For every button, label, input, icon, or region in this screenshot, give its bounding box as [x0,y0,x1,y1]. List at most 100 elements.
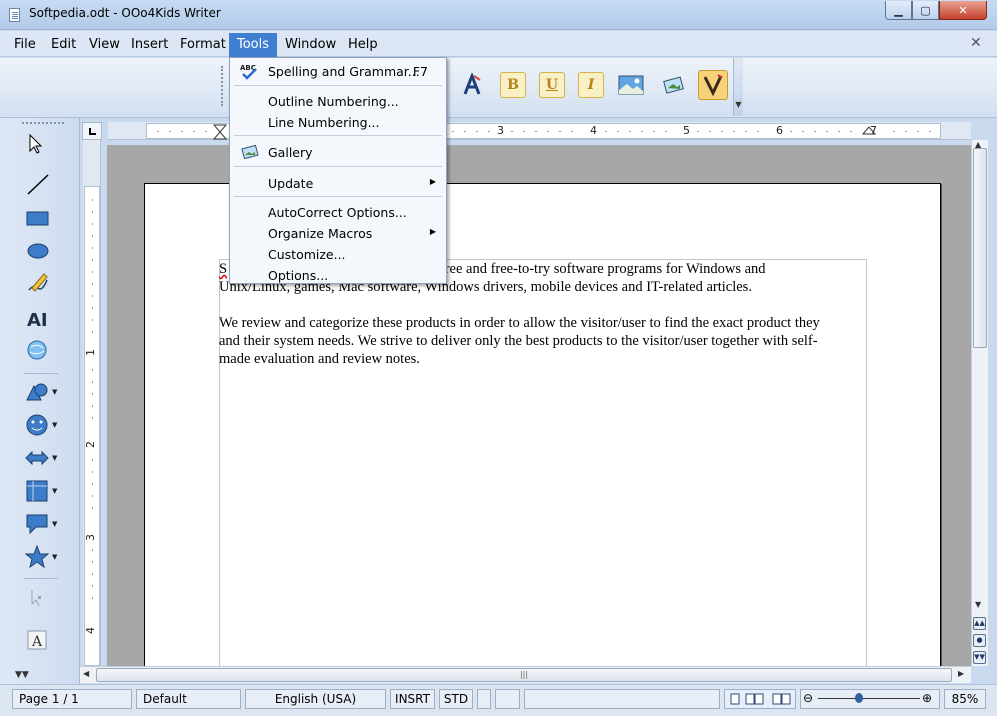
toolbar-separator [24,578,58,579]
line-tool-icon[interactable] [22,170,58,198]
menu-item-customize[interactable]: Customize... [232,244,444,264]
next-page-icon[interactable]: ▼▼ [973,651,986,664]
insert-mode[interactable]: INSRT [390,689,435,709]
menu-item-gallery[interactable]: Gallery [232,142,444,162]
freeform-tool-icon[interactable] [22,269,58,297]
text-tool-icon[interactable]: AI [22,304,58,332]
zoom-in-icon[interactable]: ⊕ [922,691,932,705]
horizontal-scrollbar[interactable]: ◀ ||| ▶ [80,666,971,683]
menu-bar: File Edit View Insert Format Tools Windo… [0,31,997,57]
text-line-empty [219,296,867,314]
digital-signature[interactable] [495,689,520,709]
drawing-toolbar: AI ▼ ▼ ▼ ▼ ▼ ▼ A ▼▼ [0,118,80,684]
menu-item-line-numbering[interactable]: Line Numbering... [232,112,444,132]
vertical-scroll-thumb[interactable] [973,148,987,348]
menu-item-label: Gallery [268,145,313,160]
horizontal-scroll-thumb[interactable]: ||| [96,668,952,682]
vertical-scrollbar[interactable]: ▲ ▼ [971,140,988,666]
rectangle-tool-icon[interactable] [22,204,58,232]
callouts-icon[interactable]: ▼ [22,510,58,538]
close-window-button[interactable]: ✕ [939,1,987,20]
page-style[interactable]: Default [136,689,241,709]
navigator-icon[interactable] [698,70,728,100]
menu-file[interactable]: File [14,35,36,55]
menu-item-autocorrect[interactable]: AutoCorrect Options... [232,202,444,222]
window-title: Softpedia.odt - OOo4Kids Writer [29,6,221,20]
menu-help[interactable]: Help [348,35,378,55]
page-indicator[interactable]: Page 1 / 1 [12,689,132,709]
language-indicator[interactable]: English (USA) [245,689,386,709]
menu-separator [234,85,442,86]
submenu-arrow-icon: ▶ [429,227,436,236]
vertical-ruler[interactable]: 1 2 3 4 [83,140,101,666]
gallery-icon[interactable] [661,72,687,98]
menu-edit[interactable]: Edit [51,35,76,55]
toolbar-grip[interactable] [221,66,224,106]
bold-button[interactable]: B [500,72,526,98]
toolbar-overflow-icon[interactable]: ▼ [733,58,743,116]
ruler-number: 4 [590,124,597,137]
ruler-number: 7 [870,124,877,137]
menu-separator [234,196,442,197]
text-line: We review and categorize these products … [219,315,820,331]
fontwork-gallery-icon[interactable]: A [22,626,58,654]
scroll-down-icon[interactable]: ▼ [975,600,981,609]
left-tab-icon [89,128,96,135]
previous-page-icon[interactable]: ▲▲ [973,617,986,630]
menu-item-spelling[interactable]: ABC Spelling and Grammar... F7 [232,61,444,81]
tab-stop-selector[interactable] [82,122,102,140]
selection-mode[interactable]: STD [439,689,473,709]
gallery-icon [240,144,259,160]
text-line-1-visible: 0 free and free-to-try software programs… [429,261,766,277]
menu-item-organize-macros[interactable]: Organize Macros ▶ [232,223,444,243]
menu-tools[interactable]: Tools [229,33,277,57]
scroll-left-icon[interactable]: ◀ [83,669,89,678]
menu-format[interactable]: Format [180,35,226,55]
block-arrows-icon[interactable]: ▼ [22,444,58,472]
menu-view[interactable]: View [89,35,120,55]
text-prefix: S [219,261,228,277]
drawing-toolbar-grip[interactable] [22,122,64,124]
view-layout[interactable] [724,689,796,709]
italic-button[interactable]: I [578,72,604,98]
toolbar-separator [24,373,58,374]
ruler-number: 2 [84,441,97,448]
ruler-number: 5 [683,124,690,137]
menu-item-update[interactable]: Update ▶ [232,173,444,193]
menu-window[interactable]: Window [285,35,336,55]
shortcut-label: F7 [412,64,428,79]
tools-menu-dropdown: ABC Spelling and Grammar... F7 Outline N… [229,57,447,284]
drawing-toolbar-overflow-icon[interactable]: ▼▼ [15,670,29,680]
minimize-button[interactable]: ▁ [885,1,912,20]
flowchart-icon[interactable]: ▼ [22,477,58,505]
callout-globe-icon[interactable] [22,336,58,364]
ruler-number: 3 [84,534,97,541]
scroll-right-icon[interactable]: ▶ [958,669,964,678]
zoom-out-icon[interactable]: ⊖ [803,691,813,705]
ruler-ticks [92,199,93,599]
zoom-knob[interactable] [855,693,863,703]
ellipse-tool-icon[interactable] [22,237,58,265]
select-pointer-icon[interactable] [22,130,58,158]
underline-button[interactable]: U [539,72,565,98]
navigation-icon[interactable]: ● [973,634,986,647]
zoom-level[interactable]: 85% [944,689,986,709]
menu-item-outline-numbering[interactable]: Outline Numbering... [232,91,444,111]
ruler-number: 1 [84,349,97,356]
symbol-shapes-icon[interactable]: ▼ [22,411,58,439]
insert-image-icon[interactable] [618,72,644,98]
text-line: made evaluation and review notes. [219,351,420,367]
menu-item-label: Update [268,176,314,191]
menu-item-options[interactable]: Options... [232,265,444,285]
close-document-icon[interactable]: ✕ [970,35,982,51]
basic-shapes-icon[interactable]: ▼ [22,378,58,406]
menu-item-label: Organize Macros [268,226,373,241]
stars-icon[interactable]: ▼ [22,543,58,571]
zoom-slider[interactable] [800,689,940,709]
menu-insert[interactable]: Insert [131,35,168,55]
points-tool-icon[interactable] [22,584,58,612]
fontwork-icon[interactable] [459,72,485,98]
ruler-number: 3 [497,124,504,137]
maximize-button[interactable]: ▢ [912,1,939,20]
zoom-track[interactable] [818,698,920,699]
